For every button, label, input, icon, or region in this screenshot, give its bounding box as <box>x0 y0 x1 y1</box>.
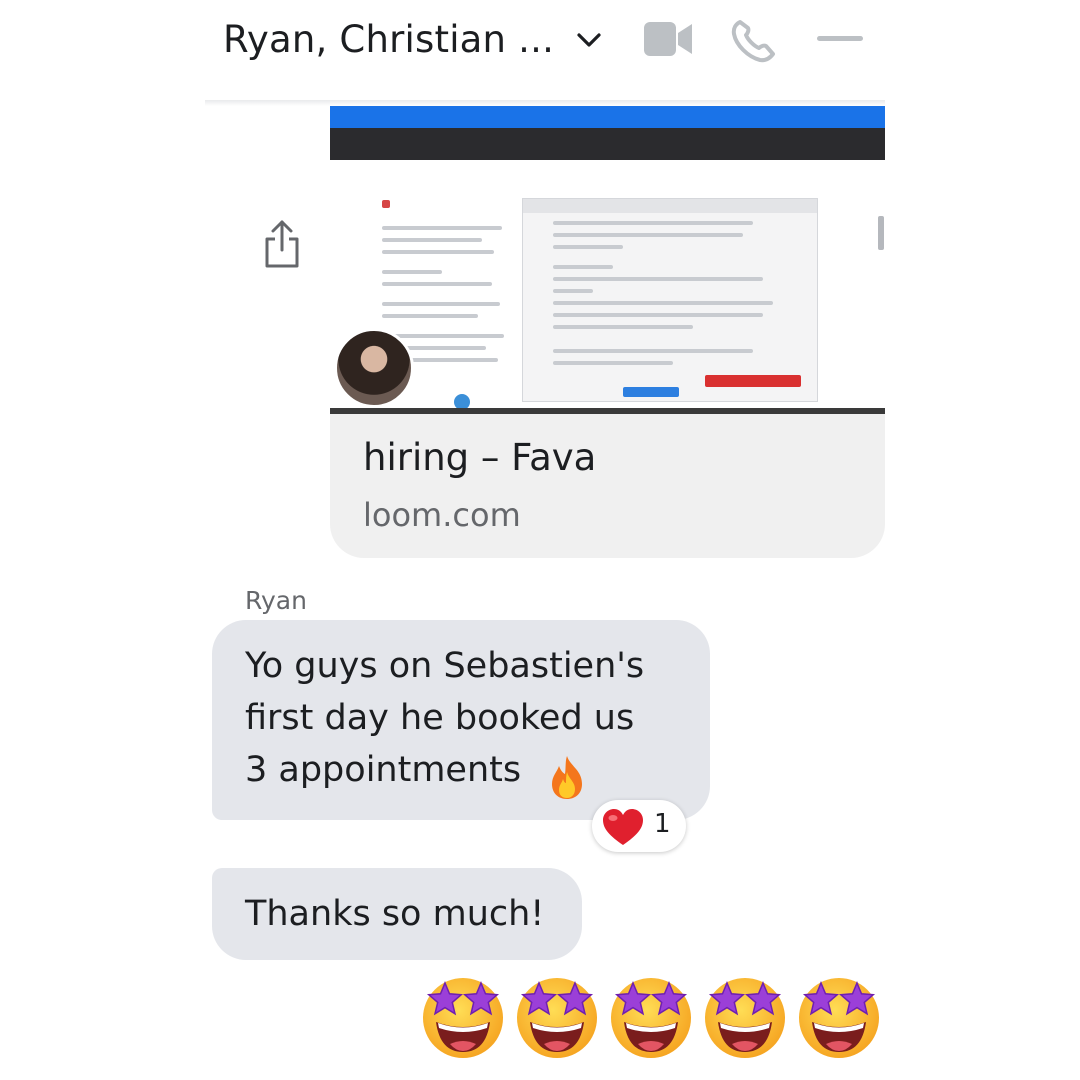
conversation-title: Ryan, Christian ... <box>223 18 555 61</box>
fire-emoji <box>552 756 582 799</box>
video-call-icon[interactable] <box>642 18 694 60</box>
link-domain: loom.com <box>363 496 521 534</box>
video-thumbnail[interactable] <box>330 106 885 414</box>
presenter-avatar <box>334 328 414 408</box>
message-line: Thanks so much! <box>245 894 545 934</box>
reaction-count: 1 <box>654 809 671 839</box>
share-icon[interactable] <box>258 218 306 270</box>
conversation-title-button[interactable]: Ryan, Christian ... <box>223 18 602 61</box>
message-line: first day he booked us <box>245 698 635 738</box>
star-struck-emoji <box>517 978 597 1058</box>
thumbnail-dialog <box>522 198 818 402</box>
phone-icon[interactable] <box>730 18 778 64</box>
thumbnail-progress-bar <box>330 408 885 414</box>
message-line: 3 appointments <box>245 750 522 790</box>
star-struck-emoji <box>423 978 503 1058</box>
chevron-down-icon <box>577 32 601 47</box>
star-struck-emoji <box>611 978 691 1058</box>
sender-name: Ryan <box>245 586 307 615</box>
star-struck-emoji <box>705 978 785 1058</box>
message-bubble[interactable]: Yo guys on Sebastien's first day he book… <box>212 620 710 820</box>
message-bubble[interactable]: Thanks so much! <box>212 868 582 960</box>
heart-emoji <box>603 809 643 845</box>
chat-header: Ryan, Christian ... <box>205 0 885 103</box>
reaction-badge[interactable]: 1 <box>592 800 686 852</box>
thumbnail-browser-bar <box>330 128 885 160</box>
message-line: Yo guys on Sebastien's <box>245 646 645 686</box>
thumbnail-topbar <box>330 106 885 128</box>
emoji-reply[interactable] <box>418 970 888 1062</box>
star-struck-emoji <box>799 978 879 1058</box>
link-title: hiring – Fava <box>363 436 597 479</box>
minimize-icon[interactable] <box>817 34 863 44</box>
link-preview-card[interactable]: hiring – Fava loom.com <box>330 106 885 558</box>
